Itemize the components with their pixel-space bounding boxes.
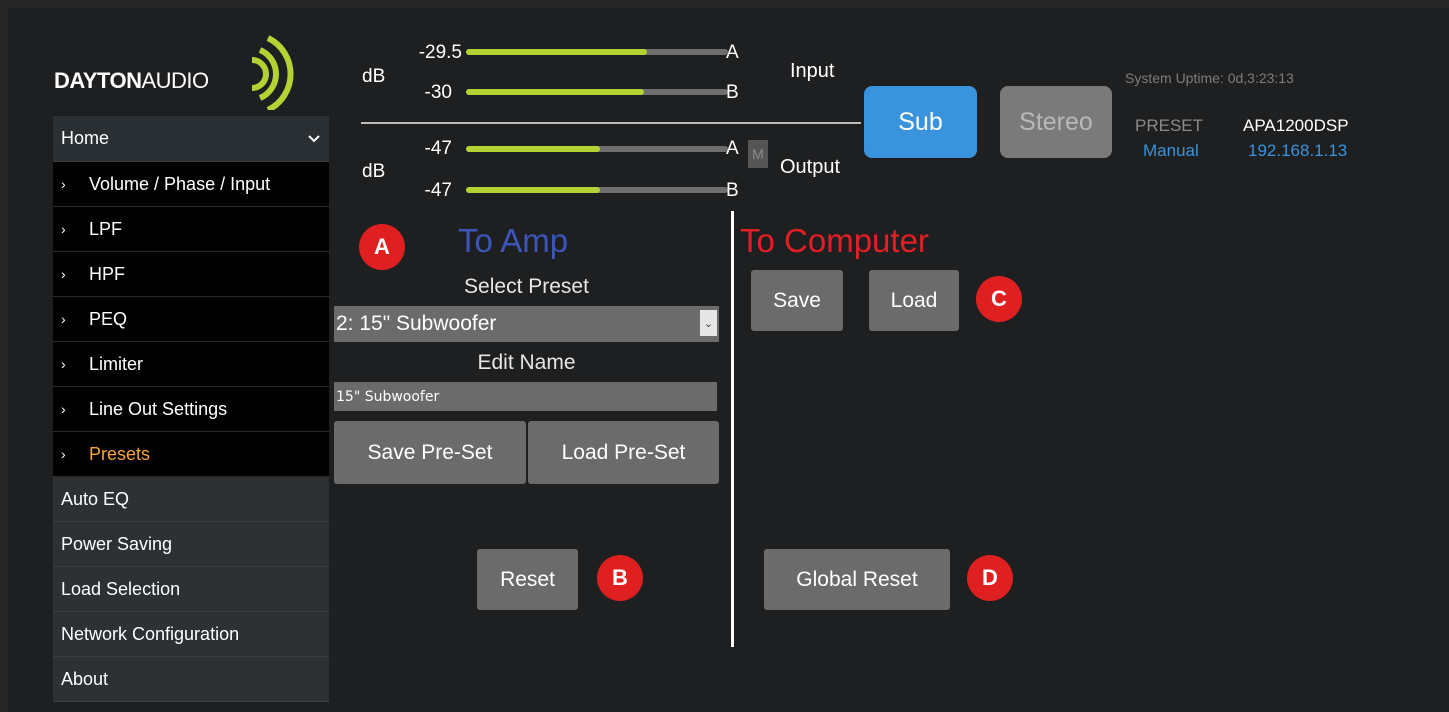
sidebar-item-label: Auto EQ bbox=[61, 488, 130, 509]
stereo-mode-button[interactable]: Stereo bbox=[1000, 86, 1112, 158]
output-label: Output bbox=[780, 156, 841, 178]
to-computer-title: To Computer bbox=[740, 222, 929, 259]
chevron-right-icon: › bbox=[61, 401, 66, 417]
save-preset-button[interactable]: Save Pre-Set bbox=[334, 421, 526, 484]
sidebar-item-label: LPF bbox=[89, 218, 123, 239]
global-reset-button[interactable]: Global Reset bbox=[764, 549, 950, 610]
input-a-channel: A bbox=[726, 42, 739, 63]
preset-select[interactable]: 2: 15" Subwoofer ⌄ bbox=[334, 306, 719, 342]
sidebar-item-label: Volume / Phase / Input bbox=[89, 173, 271, 194]
chevron-right-icon: › bbox=[61, 446, 66, 462]
chevron-right-icon: › bbox=[61, 266, 66, 282]
badge-b: B bbox=[597, 555, 643, 601]
system-uptime: System Uptime: 0d,3:23:13 bbox=[1125, 70, 1294, 86]
input-label: Input bbox=[790, 60, 835, 82]
sidebar-item-volume-phase-input[interactable]: › Volume / Phase / Input bbox=[53, 162, 329, 207]
badge-a: A bbox=[359, 224, 405, 270]
sidebar-item-label: Presets bbox=[89, 443, 151, 464]
sidebar-item-label: Load Selection bbox=[61, 578, 181, 599]
chevron-right-icon: › bbox=[61, 221, 66, 237]
chevron-down-icon[interactable]: ⌄ bbox=[700, 310, 717, 336]
output-a-meter bbox=[466, 146, 728, 152]
sidebar-item-label: About bbox=[61, 668, 109, 689]
preset-name-input[interactable]: 15" Subwoofer bbox=[334, 382, 717, 411]
output-a-meter-fill bbox=[466, 146, 600, 152]
chevron-right-icon: › bbox=[61, 356, 66, 372]
sidebar-item-hpf[interactable]: › HPF bbox=[53, 252, 329, 297]
sidebar-item-label: HPF bbox=[89, 263, 125, 284]
input-b-value: -30 bbox=[424, 82, 452, 103]
reset-button[interactable]: Reset bbox=[477, 549, 578, 610]
output-b-value: -47 bbox=[424, 180, 452, 201]
logo-brand-bold: DAYTON bbox=[54, 68, 142, 93]
output-a-channel: A bbox=[726, 138, 739, 159]
ip-address: 192.168.1.13 bbox=[1248, 141, 1348, 160]
chevron-right-icon: › bbox=[61, 311, 66, 327]
chevron-right-icon: › bbox=[61, 176, 66, 192]
sidebar-item-label: Power Saving bbox=[61, 533, 173, 554]
chevron-down-icon bbox=[308, 134, 320, 142]
input-a-meter-fill bbox=[466, 49, 647, 55]
to-amp-title: To Amp bbox=[458, 222, 569, 259]
input-a-value: -29.5 bbox=[418, 42, 462, 63]
input-a-meter bbox=[466, 49, 728, 55]
select-preset-label: Select Preset bbox=[464, 275, 589, 298]
sidebar-item-power-saving[interactable]: Power Saving bbox=[53, 522, 329, 567]
sidebar-item-label: Network Configuration bbox=[61, 623, 240, 644]
badge-d: D bbox=[967, 555, 1013, 601]
sidebar-item-peq[interactable]: › PEQ bbox=[53, 297, 329, 342]
sub-mode-button[interactable]: Sub bbox=[864, 86, 977, 158]
input-b-channel: B bbox=[726, 82, 739, 103]
preset-select-value: 2: 15" Subwoofer bbox=[336, 312, 497, 335]
device-name: APA1200DSP bbox=[1243, 116, 1349, 135]
sidebar-item-label: PEQ bbox=[89, 308, 128, 329]
sidebar-item-label: Home bbox=[61, 128, 110, 148]
preset-mode: Manual bbox=[1143, 141, 1199, 160]
sidebar-item-label: Line Out Settings bbox=[89, 398, 228, 419]
sidebar-item-presets[interactable]: › Presets bbox=[53, 432, 329, 477]
output-b-meter bbox=[466, 187, 728, 193]
input-b-meter bbox=[466, 89, 728, 95]
sound-waves-icon bbox=[251, 35, 294, 110]
sidebar-nav: Home › Volume / Phase / Input › LPF › HP… bbox=[53, 116, 329, 702]
output-db-label: dB bbox=[362, 161, 386, 182]
output-b-meter-fill bbox=[466, 187, 600, 193]
load-from-computer-button[interactable]: Load bbox=[869, 270, 959, 331]
section-divider bbox=[731, 211, 734, 647]
sidebar-item-line-out-settings[interactable]: › Line Out Settings bbox=[53, 387, 329, 432]
badge-c: C bbox=[976, 276, 1022, 322]
sidebar-item-limiter[interactable]: › Limiter bbox=[53, 342, 329, 387]
preset-label: PRESET bbox=[1135, 116, 1204, 135]
input-b-meter-fill bbox=[466, 89, 645, 95]
meter-divider bbox=[361, 122, 861, 124]
sidebar-item-label: Limiter bbox=[89, 353, 144, 374]
edit-name-label: Edit Name bbox=[477, 351, 576, 374]
sidebar-item-load-selection[interactable]: Load Selection bbox=[53, 567, 329, 612]
mute-button[interactable]: M bbox=[748, 140, 768, 168]
sidebar-item-lpf[interactable]: › LPF bbox=[53, 207, 329, 252]
output-a-value: -47 bbox=[424, 138, 452, 159]
sidebar-item-auto-eq[interactable]: Auto EQ bbox=[53, 477, 329, 522]
save-to-computer-button[interactable]: Save bbox=[751, 270, 843, 331]
logo-brand-thin: AUDIO bbox=[141, 68, 209, 93]
sidebar-item-network-configuration[interactable]: Network Configuration bbox=[53, 612, 329, 657]
sidebar-item-about[interactable]: About bbox=[53, 657, 329, 702]
output-b-channel: B bbox=[726, 180, 739, 201]
sidebar-item-home[interactable]: Home bbox=[53, 116, 329, 162]
load-preset-button[interactable]: Load Pre-Set bbox=[528, 421, 719, 484]
dayton-audio-logo: DAYTONAUDIO bbox=[50, 30, 300, 110]
input-db-label: dB bbox=[362, 66, 386, 87]
